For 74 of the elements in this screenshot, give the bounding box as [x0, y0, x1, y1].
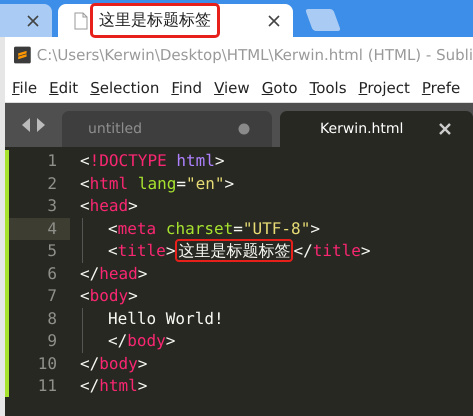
code-text: > [166, 331, 176, 350]
code-text: head [99, 264, 138, 282]
line-number: 3 [46, 195, 58, 217]
tab-title: 这里是标题标签 [90, 3, 220, 38]
menu-item[interactable]: View [214, 78, 250, 96]
line-number: 7 [46, 285, 58, 307]
code-text: < [80, 196, 90, 215]
close-icon[interactable] [267, 14, 281, 28]
code-text: title [118, 241, 166, 260]
code-text: > [128, 286, 138, 305]
menu-item[interactable]: Edit [49, 78, 78, 96]
code-text: body [99, 354, 138, 372]
code-text: "en" [186, 174, 225, 192]
window-title: C:\Users\Kerwin\Desktop\HTML\Kerwin.html (HTML) - Subli [36, 46, 473, 64]
code-text: html [90, 174, 128, 192]
code-text: 这里是标题标签 [175, 239, 294, 262]
line-number: 9 [46, 330, 58, 352]
menu-item[interactable]: Goto [262, 78, 298, 96]
menu-item[interactable]: Tools [310, 78, 347, 96]
app-logo-icon [14, 45, 31, 65]
editor-tab[interactable]: Kerwin.html [280, 111, 473, 147]
code-text: body [127, 331, 166, 350]
menu-item[interactable]: File [12, 78, 38, 96]
code-text: body [90, 286, 128, 305]
code-text: < [108, 241, 118, 260]
unsaved-dot-icon [238, 123, 250, 135]
line-number: 5 [46, 240, 58, 262]
menu-item[interactable]: Selection [90, 78, 160, 96]
code-text: title [312, 241, 361, 260]
line-number: 2 [46, 172, 58, 194]
close-icon[interactable] [26, 14, 40, 28]
code-text: "UTF-8" [242, 218, 310, 238]
code-text: </ [80, 264, 100, 282]
line-number: 1 [46, 150, 58, 172]
line-number: 11 [36, 375, 58, 397]
code-text: > [310, 218, 320, 238]
code-text: > [138, 354, 148, 372]
code-text: html [99, 376, 138, 395]
code-text: > [214, 151, 225, 170]
code-text: meta [118, 218, 156, 238]
page-icon [74, 12, 88, 30]
line-number: 10 [36, 352, 58, 374]
code-text: !DOCTYPE [90, 151, 167, 170]
code-text: = [176, 174, 186, 192]
code-text: lang [138, 174, 176, 192]
browser-tab[interactable]: 这里是标题标签 [58, 4, 293, 37]
code-text: > [138, 264, 148, 282]
browser-tab[interactable] [0, 4, 52, 37]
menu-item[interactable]: Find [171, 78, 202, 96]
code-text: </ [293, 241, 313, 260]
code-text: charset [166, 218, 234, 238]
code-text: Hello World! [108, 308, 224, 328]
code-text: < [108, 218, 118, 238]
code-text: > [138, 376, 148, 395]
code-text: html [176, 151, 215, 170]
line-number: 6 [46, 262, 58, 284]
back-arrow-icon[interactable] [22, 118, 31, 132]
code-text: > [224, 174, 234, 192]
code-text: head [90, 196, 128, 215]
code-text: > [128, 196, 138, 215]
code-text: < [80, 151, 90, 170]
menu-item[interactable]: Project [358, 78, 410, 96]
forward-arrow-icon[interactable] [36, 118, 45, 132]
code-text: < [80, 286, 90, 305]
line-number: 4 [9, 218, 70, 240]
code-text: </ [80, 354, 100, 372]
code-text: < [80, 174, 90, 192]
menu-item[interactable]: Prefe [422, 78, 460, 96]
line-number: 8 [46, 308, 58, 330]
code-text: </ [108, 331, 128, 350]
code-text: = [233, 218, 243, 238]
code-text: </ [80, 376, 100, 395]
code-text: > [360, 241, 371, 260]
code-text: > [166, 241, 176, 260]
